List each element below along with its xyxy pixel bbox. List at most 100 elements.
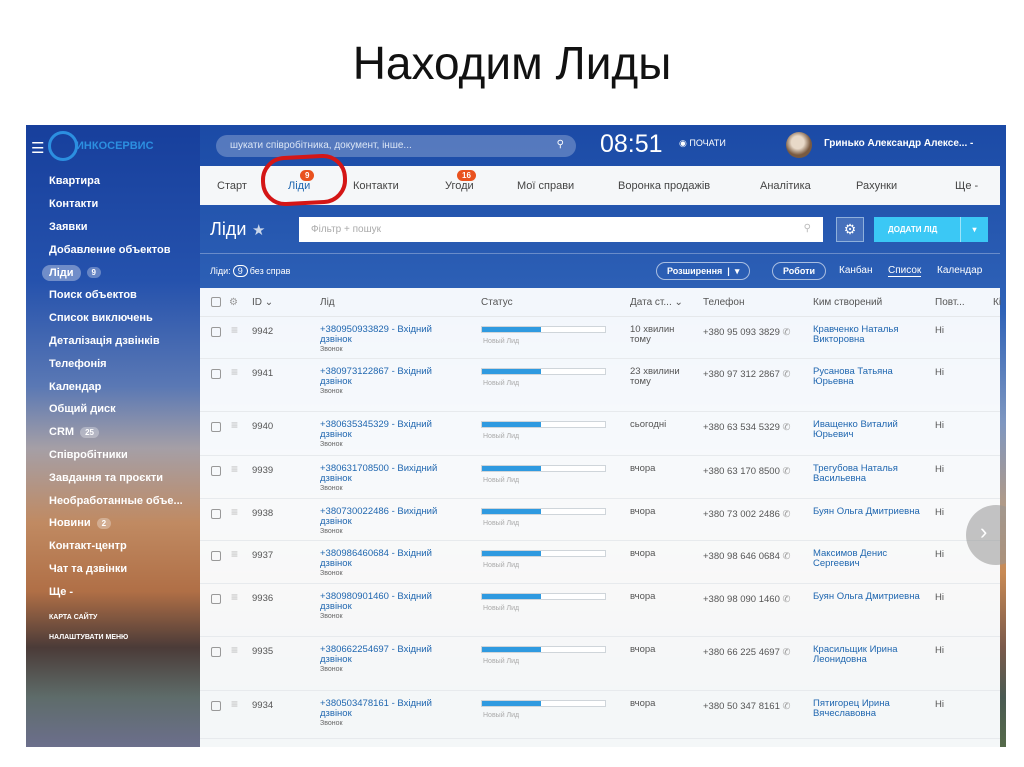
phone-link[interactable]: +380 50 347 8161 ✆ [703,701,790,712]
sidebar-item[interactable]: Календар [49,375,199,398]
gear-icon[interactable]: ⚙ [229,297,238,308]
site-map-link[interactable]: КАРТА САЙТУ [49,607,199,627]
sidebar-item[interactable]: Заявки [49,216,199,239]
creator-link[interactable]: Буян Ольга Дмитриевна [813,507,923,517]
sidebar-item[interactable]: Ліди 9 [42,261,199,284]
row-menu-icon[interactable]: ≡ [231,643,238,657]
sidebar-item[interactable]: Необработанные объе... [49,489,199,512]
tab-item[interactable]: Старт [217,180,247,192]
status-progress-bar[interactable] [481,326,606,333]
col-creator[interactable]: Ким створений [813,297,882,308]
sidebar-item[interactable]: Чат та дзвінки [49,558,199,581]
tab-item[interactable]: Мої справи [517,180,574,192]
lead-title-link[interactable]: +380635345329 - Вхідний дзвінок Звонок [320,420,450,450]
row-checkbox[interactable] [211,466,221,476]
add-lead-button[interactable]: ДОДАТИ ЛІД ▾ [874,217,988,242]
status-progress-bar[interactable] [481,550,606,557]
tab-item[interactable]: Ще - [955,180,978,192]
table-row[interactable]: ≡ 9938 +380730022486 - Вихідний дзвінок З… [200,499,1000,541]
table-row[interactable]: ≡ 9934 +380503478161 - Вхідний дзвінок Зв… [200,691,1000,739]
status-progress-bar[interactable] [481,646,606,653]
sidebar-item[interactable]: Деталізація дзвінків [49,330,199,353]
phone-link[interactable]: +380 98 090 1460 ✆ [703,594,790,605]
lead-title-link[interactable]: +380730022486 - Вихідний дзвінок Звонок [320,507,450,537]
tab-item[interactable]: Контакти [353,180,399,192]
row-menu-icon[interactable]: ≡ [231,462,238,476]
creator-link[interactable]: Русанова Татьяна Юрьевна [813,367,923,387]
phone-icon[interactable]: ✆ [783,551,791,562]
table-row[interactable]: ≡ 9935 +380662254697 - Вхідний дзвінок Зв… [200,637,1000,691]
status-progress-bar[interactable] [481,368,606,375]
configure-menu-link[interactable]: НАЛАШТУВАТИ МЕНЮ [49,627,199,647]
creator-link[interactable]: Максимов Денис Сергеевич [813,549,923,569]
row-menu-icon[interactable]: ≡ [231,365,238,379]
start-workday-button[interactable]: ◉ ПОЧАТИ [679,138,726,149]
chevron-down-icon[interactable]: ▾ [960,217,988,242]
phone-icon[interactable]: ✆ [783,701,791,712]
robots-button[interactable]: Роботи [772,262,827,280]
row-checkbox[interactable] [211,369,221,379]
row-menu-icon[interactable]: ≡ [231,697,238,711]
col-phone[interactable]: Телефон [703,297,744,308]
lead-title-link[interactable]: +380662254697 - Вхідний дзвінок Звонок [320,645,450,675]
phone-icon[interactable]: ✆ [783,594,791,605]
row-checkbox[interactable] [211,647,221,657]
sidebar-item[interactable]: Контакт-центр [49,535,199,558]
avatar[interactable] [786,132,812,158]
count-value[interactable]: 9 [232,265,248,277]
sidebar-item[interactable]: Список виключень [49,307,199,330]
status-progress-bar[interactable] [481,700,606,707]
phone-link[interactable]: +380 66 225 4697 ✆ [703,647,790,658]
tab-item[interactable]: Рахунки [856,180,897,192]
col-repeat[interactable]: Повт... [935,297,965,308]
phone-link[interactable]: +380 97 312 2867 ✆ [703,369,790,380]
tab-item[interactable]: Аналітика [760,180,811,192]
table-row[interactable]: ≡ 9937 +380986460684 - Вхідний дзвінок Зв… [200,541,1000,584]
select-all-checkbox[interactable] [211,297,221,307]
sidebar-item[interactable]: Общий диск [49,398,199,421]
user-menu[interactable]: Гринько Александр Алексе... - [824,138,973,149]
creator-link[interactable]: Трегубова Наталья Васильевна [813,464,923,484]
col-more[interactable]: Кі [993,297,1001,308]
row-checkbox[interactable] [211,551,221,561]
sidebar-item[interactable]: Телефонія [49,352,199,375]
col-lead[interactable]: Лід [320,297,335,308]
phone-link[interactable]: +380 95 093 3829 ✆ [703,327,790,338]
tab-item[interactable]: Угоди 16 [445,170,476,192]
phone-icon[interactable]: ✆ [783,466,791,477]
phone-icon[interactable]: ✆ [783,422,791,433]
lead-title-link[interactable]: +380631708500 - Вихідний дзвінок Звонок [320,464,450,494]
sidebar-item[interactable]: Контакти [49,193,199,216]
table-row-partial[interactable] [200,739,1000,747]
status-progress-bar[interactable] [481,421,606,428]
sidebar-item[interactable]: Новини 2 [49,512,199,535]
row-menu-icon[interactable]: ≡ [231,323,238,337]
sidebar-item[interactable]: Завдання та проєкти [49,466,199,489]
extensions-button[interactable]: Розширення | ▾ [656,262,751,280]
row-menu-icon[interactable]: ≡ [231,505,238,519]
settings-button[interactable]: ⚙ [836,217,864,242]
status-progress-bar[interactable] [481,593,606,600]
menu-icon[interactable]: ☰ [31,139,44,157]
phone-link[interactable]: +380 63 170 8500 ✆ [703,466,790,477]
sidebar-item[interactable]: Квартира [49,170,199,193]
sidebar-item[interactable]: Ще - [49,580,199,603]
phone-link[interactable]: +380 63 534 5329 ✆ [703,422,790,433]
row-checkbox[interactable] [211,594,221,604]
table-row[interactable]: ≡ 9940 +380635345329 - Вхідний дзвінок Зв… [200,412,1000,456]
table-row[interactable]: ≡ 9939 +380631708500 - Вихідний дзвінок З… [200,456,1000,499]
sidebar-item[interactable]: CRM 25 [49,421,199,444]
row-menu-icon[interactable]: ≡ [231,590,238,604]
creator-link[interactable]: Красильщик Ирина Леонидовна [813,645,923,665]
row-checkbox[interactable] [211,509,221,519]
sidebar-item[interactable]: Поиск объектов [49,284,199,307]
lead-title-link[interactable]: +380973122867 - Вхідний дзвінок Звонок [320,367,450,397]
creator-link[interactable]: Пятигорец Ирина Вячеславовна [813,699,923,719]
lead-title-link[interactable]: +380950933829 - Вхідний дзвінок Звонок [320,325,450,355]
table-row[interactable]: ≡ 9942 +380950933829 - Вхідний дзвінок Зв… [200,317,1000,359]
view-kanban[interactable]: Канбан [839,265,873,276]
creator-link[interactable]: Иващенко Виталий Юрьевич [813,420,923,440]
status-progress-bar[interactable] [481,465,606,472]
col-id[interactable]: ID ⌄ [252,297,273,308]
global-search-input[interactable]: шукати співробітника, документ, інше... ⚲ [216,135,576,157]
